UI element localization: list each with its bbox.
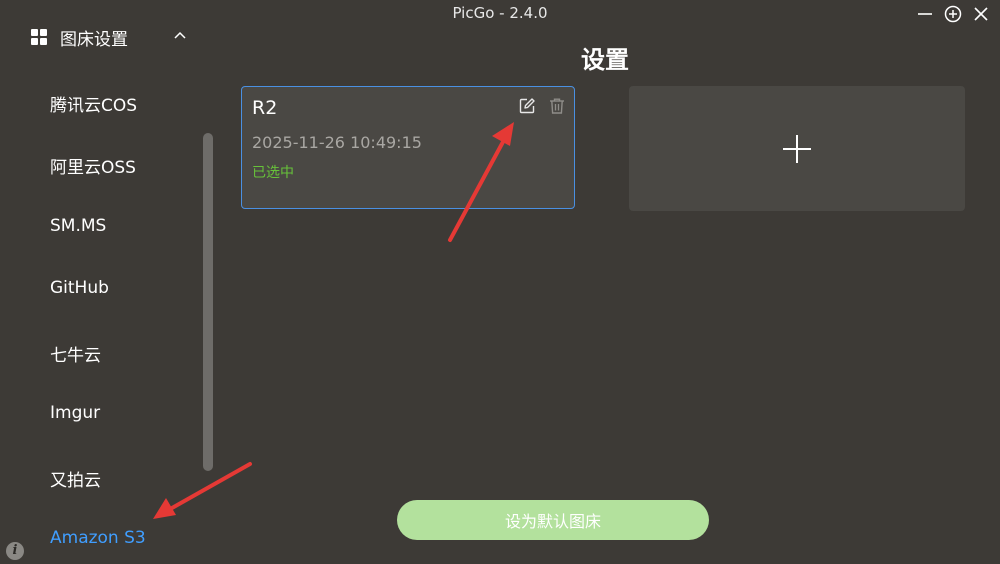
card-actions: [518, 97, 566, 115]
add-config-button[interactable]: [629, 86, 965, 211]
edit-button[interactable]: [518, 97, 536, 115]
edit-icon: [519, 98, 535, 114]
sidebar-item-smms[interactable]: SM.MS: [50, 216, 106, 236]
close-button[interactable]: [970, 3, 992, 25]
sidebar-item-amazon-s3[interactable]: Amazon S3: [50, 528, 146, 548]
sidebar-item-qiniu[interactable]: 七牛云: [50, 341, 101, 366]
arrow-to-amazon-s3: [153, 462, 252, 519]
delete-button[interactable]: [548, 97, 566, 115]
info-icon[interactable]: i: [6, 542, 24, 560]
minimize-icon: [918, 13, 932, 15]
trash-icon: [550, 98, 564, 114]
sidebar-item-imgur[interactable]: Imgur: [50, 403, 100, 423]
plus-icon: [783, 134, 811, 163]
sidebar-item-upyun[interactable]: 又拍云: [50, 466, 101, 491]
config-name: R2: [252, 97, 278, 119]
config-card-r2[interactable]: R2 2025-11-26 10:49:15 已选中: [241, 86, 575, 209]
new-window-button[interactable]: [942, 3, 964, 25]
window-controls: [914, 3, 992, 25]
minimize-button[interactable]: [914, 3, 936, 25]
plus-circle-icon: [944, 5, 962, 23]
set-default-button[interactable]: 设为默认图床: [397, 500, 709, 540]
page-title: 设置: [581, 46, 629, 74]
selected-status: 已选中: [252, 165, 294, 181]
sidebar-item-aliyun-oss[interactable]: 阿里云OSS: [50, 153, 136, 178]
config-date: 2025-11-26 10:49:15: [252, 133, 422, 152]
app-title: PicGo - 2.4.0: [452, 4, 548, 22]
sidebar-item-tencent-cos[interactable]: 腾讯云COS: [50, 91, 137, 116]
close-icon: [974, 7, 988, 21]
sidebar-item-github[interactable]: GitHub: [50, 278, 109, 298]
annotation-arrows: [153, 122, 514, 519]
sidebar-scrollbar[interactable]: [203, 133, 213, 471]
